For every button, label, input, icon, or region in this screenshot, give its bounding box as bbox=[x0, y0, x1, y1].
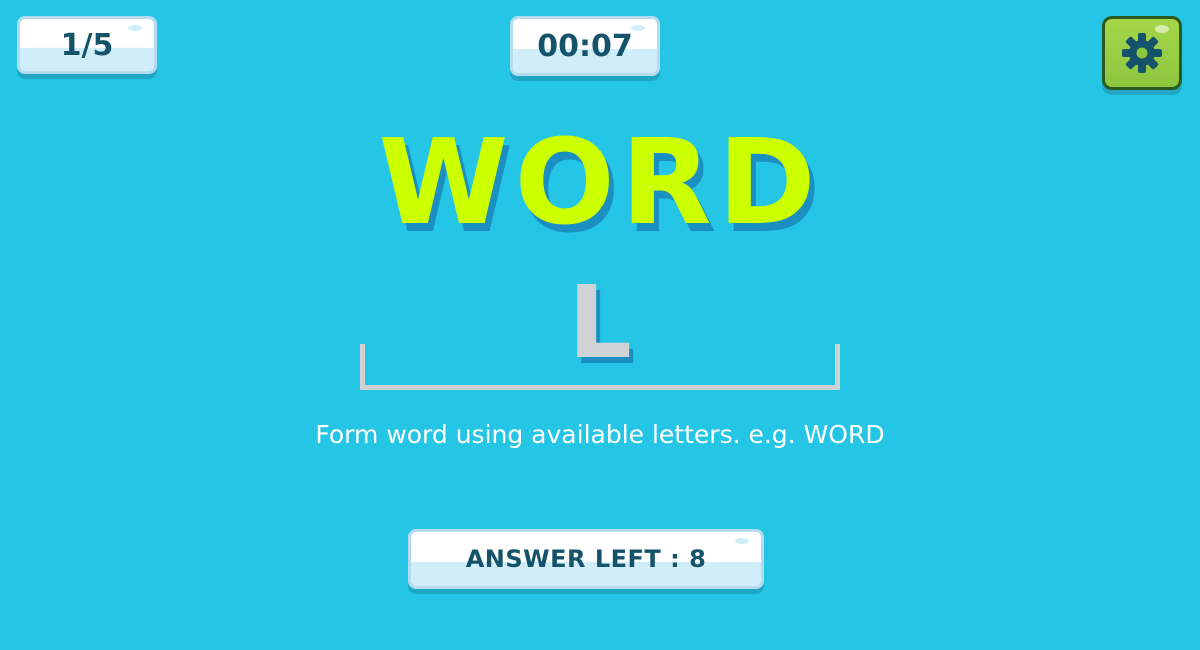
timer-label: 00:07 bbox=[537, 28, 633, 64]
panel-shine bbox=[128, 25, 142, 31]
panel-shine bbox=[735, 538, 749, 544]
target-word-title: WORD bbox=[378, 113, 822, 251]
hint-text: Form word using available letters. e.g. … bbox=[315, 420, 885, 449]
answer-input-slot bbox=[360, 344, 840, 390]
answers-left-counter: ANSWER LEFT : 8 bbox=[408, 529, 764, 589]
settings-button[interactable] bbox=[1102, 16, 1182, 90]
timer-display: 00:07 bbox=[510, 16, 660, 76]
panel-shine bbox=[631, 25, 645, 31]
level-counter-label: 1/5 bbox=[60, 27, 114, 63]
gear-icon bbox=[1122, 33, 1162, 73]
level-counter: 1/5 bbox=[17, 16, 157, 74]
answers-left-label: ANSWER LEFT : 8 bbox=[465, 545, 707, 573]
button-gloss bbox=[1155, 25, 1169, 33]
